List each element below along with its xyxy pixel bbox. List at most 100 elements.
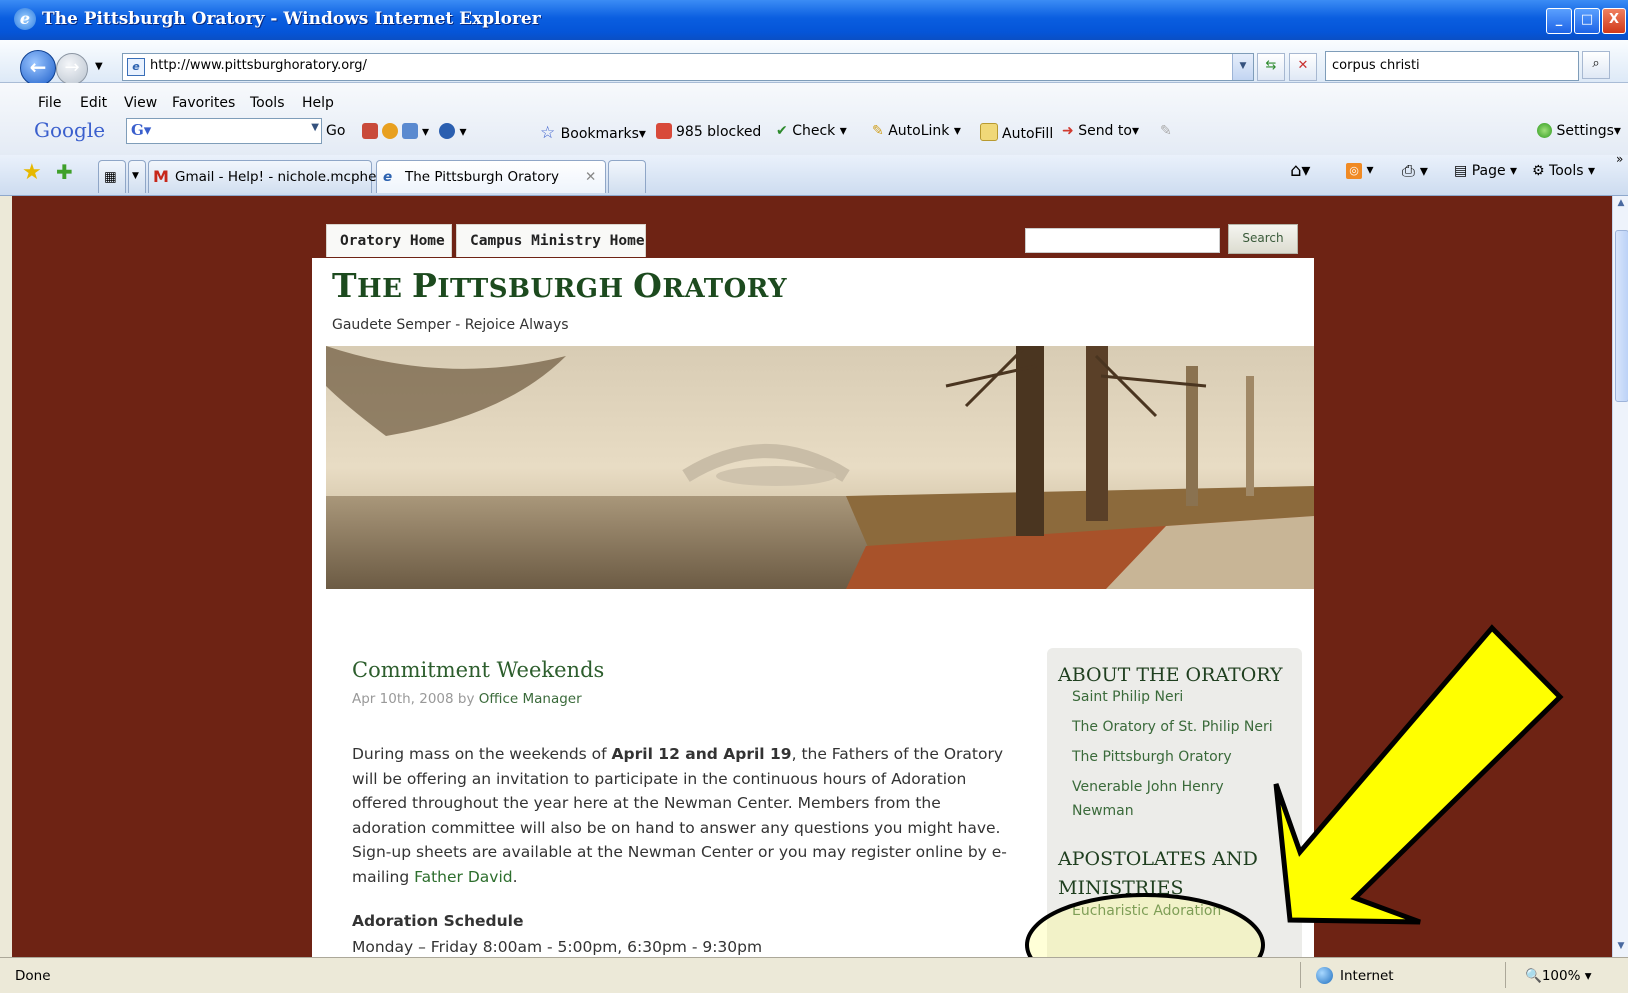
refresh-button[interactable]: ⇆ — [1257, 53, 1285, 81]
page-menu[interactable]: ▤ Page ▾ — [1454, 163, 1517, 179]
sidebar-link-saint-philip-neri[interactable]: Saint Philip Neri — [1072, 689, 1183, 705]
sidebar-link-oratory-st-philip[interactable]: The Oratory of St. Philip Neri — [1072, 719, 1273, 735]
highlight-icon[interactable]: ✎ — [1160, 123, 1172, 139]
sidebar-link-newman-1[interactable]: Venerable John Henry — [1072, 779, 1224, 795]
post-body: During mass on the weekends of April 12 … — [352, 745, 1007, 886]
schedule-heading: Adoration Schedule — [352, 912, 524, 930]
sidebar-link-newman-2[interactable]: Newman — [1072, 803, 1134, 819]
scroll-up-icon[interactable]: ▲ — [1614, 198, 1628, 212]
father-david-link[interactable]: Father David — [414, 868, 512, 886]
window-title: The Pittsburgh Oratory - Windows Interne… — [42, 9, 541, 29]
banner-image — [326, 346, 1314, 589]
send-to-button[interactable]: ➜ Send to▾ — [1062, 123, 1139, 139]
tab-gmail-label: Gmail - Help! - nichole.mcphe... — [175, 169, 390, 185]
vertical-scrollbar[interactable]: ▲ ▼ — [1612, 196, 1628, 957]
ie-page-icon: e — [383, 169, 393, 185]
post-date: Apr 10th, 2008 by — [352, 691, 479, 707]
blocked-count: 985 blocked — [676, 124, 762, 140]
zoom-value: 100% — [1541, 968, 1581, 984]
nav-campus-ministry-home[interactable]: Campus Ministry Home — [456, 224, 646, 257]
status-text: Done — [15, 968, 51, 984]
home-icon[interactable]: ⌂▾ — [1290, 160, 1310, 181]
menu-view[interactable]: View — [124, 95, 157, 111]
schedule-line: Monday – Friday 8:00am - 5:00pm, 6:30pm … — [352, 938, 763, 956]
sidebar-link-eucharistic-adoration[interactable]: Eucharistic Adoration — [1072, 903, 1221, 919]
back-button[interactable]: ← — [20, 50, 56, 86]
google-dropdown-icon[interactable]: ▼ — [311, 122, 319, 133]
scroll-thumb[interactable] — [1615, 230, 1628, 402]
nav-oratory-home-label: Oratory Home — [340, 233, 445, 249]
stop-button[interactable]: ✕ — [1289, 53, 1317, 81]
history-dropdown-icon[interactable]: ▼ — [95, 61, 103, 72]
address-dropdown-icon[interactable]: ▼ — [1232, 54, 1253, 80]
site-title[interactable]: THE PITTSBURGH ORATORY — [332, 266, 787, 305]
sidebar-link-pittsburgh-oratory[interactable]: The Pittsburgh Oratory — [1072, 749, 1232, 765]
close-tab-icon[interactable]: ✕ — [585, 169, 596, 185]
tab-list-dropdown[interactable]: ▼ — [128, 160, 146, 193]
address-field[interactable]: e http://www.pittsburghoratory.org/ ▼ — [122, 53, 1254, 81]
autolink-button[interactable]: ✎ AutoLink ▾ — [872, 123, 961, 139]
site-search-input[interactable] — [1025, 228, 1220, 253]
menu-help[interactable]: Help — [302, 95, 334, 111]
autolink-label: AutoLink — [888, 123, 950, 139]
page-menu-label: Page — [1471, 163, 1506, 179]
tools-menu[interactable]: ⚙ Tools ▾ — [1532, 163, 1595, 179]
print-icon[interactable]: ⎙ ▾ — [1402, 161, 1428, 181]
spell-icon[interactable] — [382, 123, 398, 139]
settings-button[interactable]: Settings▾ — [1537, 123, 1621, 139]
bar-icon[interactable] — [402, 123, 418, 139]
post-title[interactable]: Commitment Weekends — [352, 658, 604, 682]
internet-zone-icon — [1316, 967, 1333, 984]
maximize-button[interactable]: □ — [1574, 8, 1600, 34]
gmail-icon: M — [153, 167, 169, 186]
bookmarks-button[interactable]: ☆ Bookmarks▾ — [540, 123, 646, 143]
popup-blocker-icon — [656, 123, 672, 139]
autofill-button[interactable]: AutoFill — [980, 123, 1053, 142]
menu-edit[interactable]: Edit — [80, 95, 107, 111]
scroll-down-icon[interactable]: ▼ — [1614, 941, 1628, 955]
tab-pittsburgh-oratory[interactable]: e The Pittsburgh Oratory ✕ — [376, 160, 606, 193]
close-window-button[interactable]: X — [1602, 8, 1626, 34]
feeds-button[interactable]: ◎ ▾ — [1346, 162, 1373, 179]
sidebar-apostolates-heading-2: MINISTRIES — [1058, 877, 1184, 899]
bookmark-star-icon: ☆ — [540, 123, 561, 143]
dell-icon[interactable] — [439, 123, 456, 139]
bookmarks-label: Bookmarks — [560, 126, 639, 142]
favorites-star-icon[interactable]: ★ — [22, 160, 42, 185]
search-go-icon[interactable]: ⌕ — [1582, 51, 1610, 79]
news-icon[interactable] — [362, 123, 378, 139]
forward-button[interactable]: → — [56, 53, 88, 85]
menu-file[interactable]: File — [38, 95, 61, 111]
google-go-button[interactable]: Go — [326, 123, 345, 139]
google-search-input[interactable]: G▾ ▼ — [126, 118, 322, 144]
tab-list-icon: ▼ — [132, 171, 139, 181]
spellcheck-button[interactable]: ✔ Check ▾ — [776, 123, 847, 139]
check-label: Check — [792, 123, 836, 139]
nav-campus-label: Campus Ministry Home — [470, 233, 645, 249]
post-author-link[interactable]: Office Manager — [479, 691, 582, 707]
settings-icon — [1537, 123, 1552, 138]
search-value: corpus christi — [1332, 58, 1420, 73]
status-bar: Done Internet 🔍100% ▾ — [0, 957, 1628, 993]
autofill-label: AutoFill — [1002, 126, 1054, 142]
misty-park-photo — [326, 346, 1314, 589]
add-favorites-icon[interactable]: ✚ — [56, 160, 73, 184]
menu-tools[interactable]: Tools — [250, 95, 285, 111]
minimize-button[interactable]: _ — [1546, 8, 1572, 34]
chevron-more-icon[interactable]: » — [1616, 152, 1623, 166]
new-tab-button[interactable] — [608, 160, 646, 193]
popup-blocker[interactable]: 985 blocked — [656, 123, 761, 140]
site-search-button[interactable]: Search — [1228, 224, 1298, 254]
address-url: http://www.pittsburghoratory.org/ — [150, 58, 367, 73]
rss-icon: ◎ — [1346, 163, 1362, 179]
zoom-level[interactable]: 🔍100% ▾ — [1525, 968, 1592, 984]
security-zone[interactable]: Internet — [1340, 968, 1394, 984]
tab-gmail[interactable]: M Gmail - Help! - nichole.mcphe... — [148, 160, 389, 193]
live-search-input[interactable]: corpus christi — [1325, 51, 1579, 81]
nav-oratory-home[interactable]: Oratory Home — [326, 224, 452, 257]
sidebar-about-heading: ABOUT THE ORATORY — [1058, 664, 1283, 686]
google-tool-icons[interactable]: ▾ ▾ — [362, 123, 467, 140]
sidebar-apostolates-heading-1: APOSTOLATES AND — [1058, 848, 1258, 870]
quick-tabs-button[interactable]: ▦ — [98, 160, 126, 193]
menu-favorites[interactable]: Favorites — [172, 95, 235, 111]
